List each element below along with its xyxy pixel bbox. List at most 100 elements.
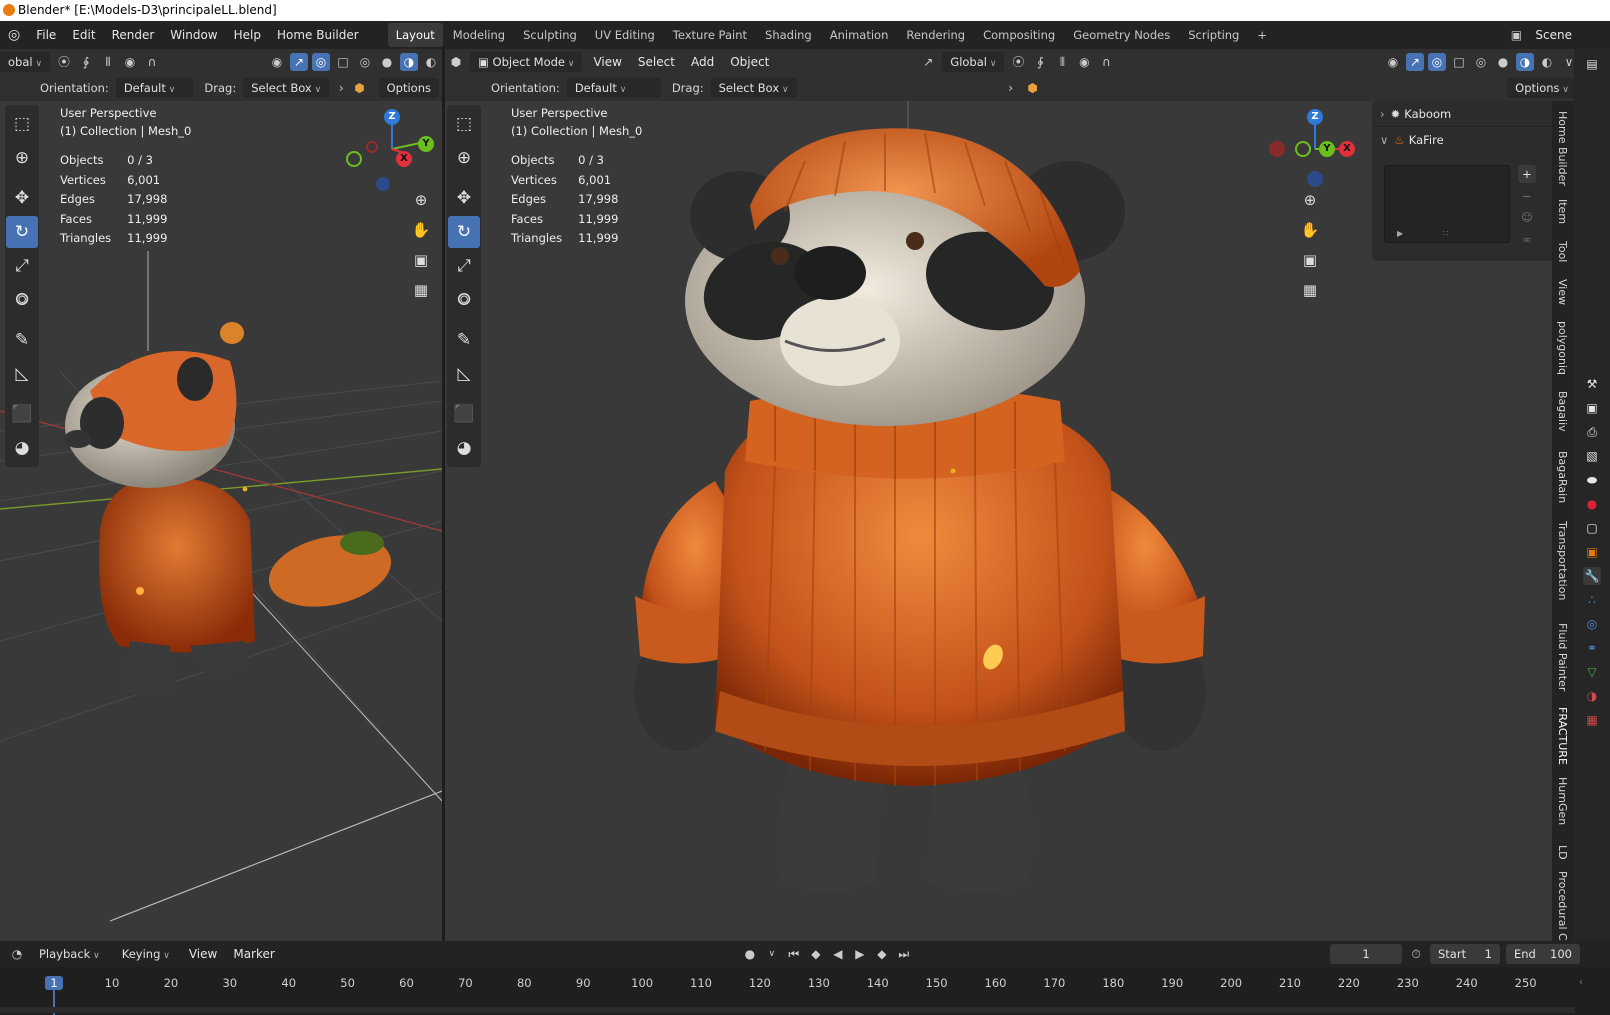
measure-icon[interactable]: ◺ xyxy=(6,358,38,390)
transform-space-dropdown[interactable]: Global xyxy=(942,52,1005,72)
panel-kafire[interactable]: ∨ ♨ KaFire ∷ xyxy=(1372,127,1572,153)
left-wireframe-shading-icon[interactable]: ◎ xyxy=(356,53,374,71)
left-expand-chevron-icon[interactable]: › xyxy=(334,79,348,97)
sidebar-tab-humgen[interactable]: HumGen xyxy=(1556,777,1569,825)
output-props-icon[interactable]: ⎙ xyxy=(1583,423,1601,441)
left-drag-dropdown[interactable]: Select Box xyxy=(243,78,330,98)
expand-chevron-icon[interactable]: › xyxy=(1002,79,1020,97)
sidebar-tab-home-builder[interactable]: Home Builder xyxy=(1556,111,1569,186)
list-add-button[interactable]: + xyxy=(1518,165,1536,183)
rotate-icon[interactable]: ↻ xyxy=(6,216,38,248)
play-small-icon[interactable]: ▶ xyxy=(1397,229,1403,238)
zoom-icon[interactable]: ⊕ xyxy=(408,187,434,213)
kafire-list[interactable]: ▶ ∷ xyxy=(1384,165,1510,243)
stopwatch-icon[interactable]: ⏱ xyxy=(1407,945,1425,963)
solid-shading-icon[interactable]: ● xyxy=(1494,53,1512,71)
physics-props-icon[interactable]: ◎ xyxy=(1583,615,1601,633)
left-transform-space-dropdown[interactable]: obal xyxy=(0,52,51,72)
camera-icon[interactable]: ▣ xyxy=(1297,247,1323,273)
falloff-icon[interactable]: ∩ xyxy=(1097,53,1115,71)
current-frame-field[interactable]: 1 xyxy=(1330,944,1402,964)
gizmo-toggle-icon[interactable]: ↗ xyxy=(1406,53,1424,71)
jump-start-icon[interactable]: ⏮ xyxy=(785,945,803,963)
tool-props-icon[interactable]: ⚒ xyxy=(1583,375,1601,393)
menu-select[interactable]: Select xyxy=(630,55,683,69)
render-props-icon[interactable]: ▣ xyxy=(1583,399,1601,417)
left-viewport[interactable]: ⬚ ⊕ ✥ ↻ ⤢ ⭗ ✎ ◺ ⬛ ◕ User Perspective (1)… xyxy=(0,101,442,941)
tab-texture-paint[interactable]: Texture Paint xyxy=(665,23,755,47)
tab-shading[interactable]: Shading xyxy=(757,23,820,47)
cursor-icon[interactable]: ⊕ xyxy=(6,142,38,174)
timeline-scrollbar[interactable] xyxy=(0,1007,1575,1013)
measure-icon[interactable]: ◺ xyxy=(448,358,480,390)
zoom-icon[interactable]: ⊕ xyxy=(1297,187,1323,213)
tab-sculpting[interactable]: Sculpting xyxy=(515,23,585,47)
left-rendered-shading-icon[interactable]: ◐ xyxy=(422,53,440,71)
main-nav-gizmo[interactable]: Z Y X xyxy=(1269,109,1355,189)
proportional-icon[interactable]: ◉ xyxy=(1075,53,1093,71)
move-icon[interactable]: ✥ xyxy=(6,182,38,214)
gizmo-neg-z-icon[interactable] xyxy=(1307,171,1323,187)
material-props-icon[interactable]: ◑ xyxy=(1583,687,1601,705)
menu-render[interactable]: Render xyxy=(104,28,163,42)
sidebar-tab-fluid-painter[interactable]: Fluid Painter xyxy=(1556,623,1569,691)
menu-window[interactable]: Window xyxy=(162,28,225,42)
snap-target-icon[interactable]: ⫴ xyxy=(1053,53,1071,71)
gizmo-neg-y-icon[interactable] xyxy=(346,151,362,167)
left-gizmo-toggle-icon[interactable]: ↗ xyxy=(290,53,308,71)
left-visibility-icon[interactable]: ◉ xyxy=(268,53,286,71)
gizmo-x-icon[interactable]: X xyxy=(396,151,412,167)
select-box-icon[interactable]: ⬚ xyxy=(448,108,480,140)
list-link-icon[interactable]: ∞ xyxy=(1518,231,1536,249)
left-proportional-icon[interactable]: ◉ xyxy=(121,53,139,71)
annotate-icon[interactable]: ✎ xyxy=(448,324,480,356)
record-options-icon[interactable]: ∨ xyxy=(763,945,781,963)
timeline-marker-menu[interactable]: Marker xyxy=(225,947,282,961)
camera-icon[interactable]: ▣ xyxy=(408,247,434,273)
gizmo-neg-y-icon[interactable] xyxy=(1295,141,1311,157)
overlay-toggle-icon[interactable]: ◎ xyxy=(1428,53,1446,71)
rendered-shading-icon[interactable]: ◐ xyxy=(1538,53,1556,71)
gizmo-neg-x-icon[interactable] xyxy=(1269,141,1285,157)
left-pivot-icon[interactable]: ⦿ xyxy=(55,53,73,71)
add-cube-icon[interactable]: ⬛ xyxy=(6,398,38,430)
sidebar-tab-view[interactable]: View xyxy=(1556,279,1569,305)
panel-kaboom[interactable]: › ✹ Kaboom ∷ xyxy=(1372,101,1572,127)
left-xray-icon[interactable]: □ xyxy=(334,53,352,71)
scale-icon[interactable]: ⤢ xyxy=(448,250,480,282)
editor-type-icon[interactable]: ⬢ xyxy=(447,53,465,71)
view-layer-icon[interactable]: ▧ xyxy=(1583,447,1601,465)
wireframe-shading-icon[interactable]: ◎ xyxy=(1472,53,1490,71)
gizmo-y-icon[interactable]: Y xyxy=(1319,141,1335,157)
particles-props-icon[interactable]: ∴ xyxy=(1583,591,1601,609)
gizmo-x-icon[interactable]: X xyxy=(1339,141,1355,157)
add-workspace-button[interactable]: + xyxy=(1249,23,1275,47)
gizmo-neg-z-icon[interactable] xyxy=(376,177,390,191)
jump-end-icon[interactable]: ⏭ xyxy=(895,945,913,963)
tab-geometry-nodes[interactable]: Geometry Nodes xyxy=(1065,23,1178,47)
list-remove-button[interactable]: − xyxy=(1518,187,1536,205)
tab-rendering[interactable]: Rendering xyxy=(898,23,973,47)
sidebar-tab-tool[interactable]: Tool xyxy=(1556,241,1569,262)
scene-selector[interactable]: Scene xyxy=(1527,28,1580,42)
sidebar-tab-bagarain[interactable]: BagaRain xyxy=(1556,451,1569,503)
left-orientation-dropdown[interactable]: Default xyxy=(115,78,194,98)
end-frame-field[interactable]: End 100 xyxy=(1506,944,1580,964)
scale-icon[interactable]: ⤢ xyxy=(6,250,38,282)
tab-compositing[interactable]: Compositing xyxy=(975,23,1063,47)
gizmo-z-icon[interactable]: Z xyxy=(1307,109,1323,125)
scene-props-icon[interactable]: ⬬ xyxy=(1583,471,1601,489)
transform-icon[interactable]: ⭗ xyxy=(6,284,38,316)
start-frame-field[interactable]: Start 1 xyxy=(1430,944,1500,964)
material-shading-icon[interactable]: ◑ xyxy=(1516,53,1534,71)
move-icon[interactable]: ✥ xyxy=(448,182,480,214)
next-keyframe-icon[interactable]: ◆ xyxy=(873,945,891,963)
chevron-down-icon[interactable]: ∨ xyxy=(1380,133,1388,147)
menu-view[interactable]: View xyxy=(585,55,629,69)
gizmo-z-icon[interactable]: Z xyxy=(384,109,400,125)
left-nav-gizmo[interactable]: Z Y X xyxy=(346,109,434,191)
play-icon[interactable]: ▶ xyxy=(851,945,869,963)
left-options-button[interactable]: Options xyxy=(378,78,439,98)
object-mode-dropdown[interactable]: ▣ Object Mode xyxy=(470,52,583,72)
play-reverse-icon[interactable]: ◀ xyxy=(829,945,847,963)
